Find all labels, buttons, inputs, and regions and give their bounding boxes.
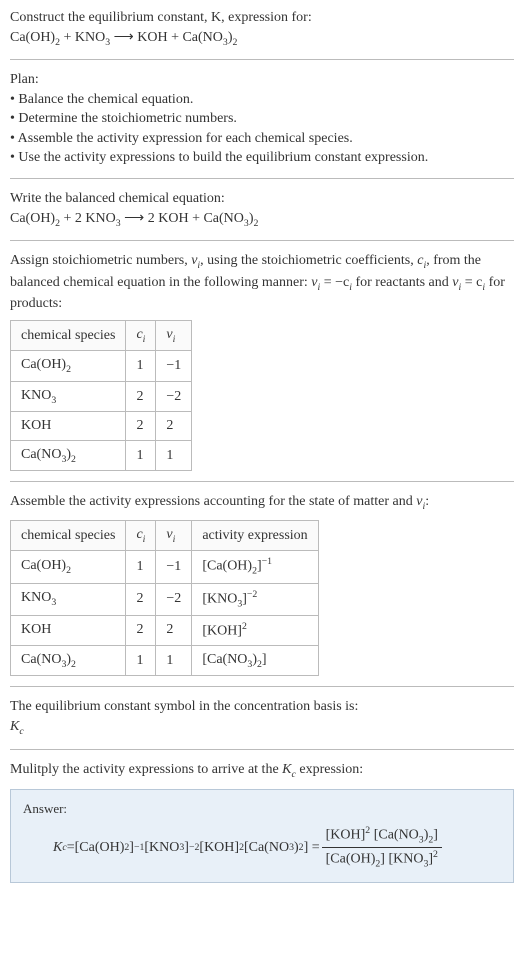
prompt-equation: Ca(OH)2 + KNO3 ⟶ KOH + Ca(NO3)2 (10, 30, 237, 45)
table-header-row: chemical species ci νi activity expressi… (11, 520, 319, 551)
table-row: Ca(NO3)2 1 1 (11, 440, 192, 471)
col-species: chemical species (11, 520, 126, 551)
table-row: Ca(OH)2 1 −1 [Ca(OH)2]−1 (11, 551, 319, 583)
table-header-row: chemical species ci νi (11, 320, 192, 351)
assign-block: Assign stoichiometric numbers, νi, using… (10, 251, 514, 314)
balanced-equation: Ca(OH)2 + 2 KNO3 ⟶ 2 KOH + Ca(NO3)2 (10, 211, 258, 226)
stoich-table: chemical species ci νi Ca(OH)2 1 −1 KNO3… (10, 320, 192, 472)
prompt-text: Construct the equilibrium constant, K, e… (10, 10, 312, 25)
col-activity: activity expression (192, 520, 318, 551)
table-row: Ca(OH)2 1 −1 (11, 351, 192, 382)
col-nui: νi (156, 520, 192, 551)
answer-label: Answer: (23, 800, 501, 818)
plan-heading: Plan: (10, 70, 514, 90)
table-row: KOH 2 2 (11, 412, 192, 441)
plan-bullet: • Balance the chemical equation. (10, 90, 514, 110)
balanced-block: Write the balanced chemical equation: Ca… (10, 189, 514, 230)
multiply-block: Mulitply the activity expressions to arr… (10, 760, 514, 782)
plan-block: Plan: • Balance the chemical equation. •… (10, 70, 514, 168)
answer-box: Answer: Kc = [Ca(OH)2]−1 [KNO3]−2 [KOH]2… (10, 789, 514, 883)
plan-bullet: • Assemble the activity expression for e… (10, 129, 514, 149)
plan-bullet: • Use the activity expressions to build … (10, 148, 514, 168)
col-species: chemical species (11, 320, 126, 351)
divider (10, 749, 514, 750)
table-row: Ca(NO3)2 1 1 [Ca(NO3)2] (11, 645, 319, 676)
col-ci: ci (126, 320, 156, 351)
activity-table: chemical species ci νi activity expressi… (10, 520, 319, 677)
answer-fraction: [KOH]2 [Ca(NO3)2] [Ca(OH)2] [KNO3]2 (322, 824, 442, 871)
plan-bullet: • Determine the stoichiometric numbers. (10, 109, 514, 129)
symbol-block: The equilibrium constant symbol in the c… (10, 697, 514, 738)
answer-equation: Kc = [Ca(OH)2]−1 [KNO3]−2 [KOH]2 [Ca(NO3… (23, 824, 501, 871)
assemble-block: Assemble the activity expressions accoun… (10, 492, 514, 514)
divider (10, 686, 514, 687)
table-row: KOH 2 2 [KOH]2 (11, 615, 319, 645)
divider (10, 59, 514, 60)
prompt-block: Construct the equilibrium constant, K, e… (10, 8, 514, 49)
table-row: KNO3 2 −2 (11, 381, 192, 412)
divider (10, 481, 514, 482)
divider (10, 178, 514, 179)
table-row: KNO3 2 −2 [KNO3]−2 (11, 583, 319, 615)
divider (10, 240, 514, 241)
balanced-intro: Write the balanced chemical equation: (10, 189, 514, 209)
col-nui: νi (156, 320, 192, 351)
col-ci: ci (126, 520, 156, 551)
